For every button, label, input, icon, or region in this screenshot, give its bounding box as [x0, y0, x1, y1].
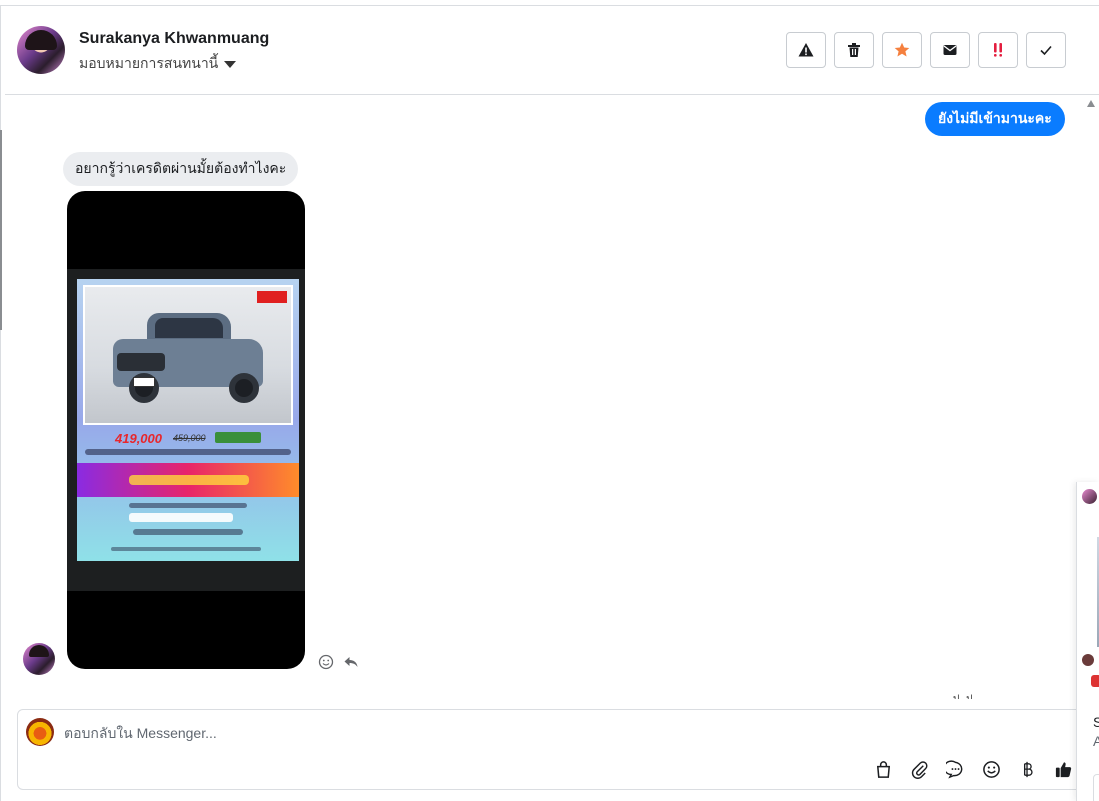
assign-conversation-dropdown[interactable]: มอบหมายการสนทนานี้ — [79, 53, 237, 75]
page-avatar — [26, 718, 54, 746]
thumbs-up-icon — [1055, 761, 1071, 777]
emoji-button[interactable] — [980, 758, 1002, 780]
saved-replies-button[interactable] — [944, 758, 966, 780]
incoming-message[interactable]: อยากรู้ว่าเครดิตผ่านมั้ยต้องทำไงคะ — [63, 152, 299, 186]
chat-bubble-icon — [945, 759, 962, 778]
clipped-text: ป ป — [953, 692, 974, 699]
thread-scrollbar[interactable] — [1083, 96, 1099, 496]
baht-icon — [1023, 761, 1033, 777]
paperclip-icon — [911, 760, 927, 779]
sender-avatar[interactable] — [23, 643, 55, 675]
emoji-icon — [982, 760, 1000, 778]
message-thread[interactable]: ยังไม่มีเข้ามานะคะ อยากรู้ว่าเครดิตผ่านม… — [5, 96, 1085, 699]
contact-name[interactable]: Surakanya Khwanmuang — [79, 30, 269, 48]
star-button[interactable] — [882, 32, 922, 68]
ad-price: 419,000 — [115, 431, 162, 446]
side-page-icon — [1091, 675, 1099, 687]
smiley-icon[interactable] — [318, 654, 334, 670]
side-text-1: S — [1093, 714, 1099, 730]
truck-photo — [83, 285, 293, 425]
outgoing-message[interactable]: ยังไม่มีเข้ามานะคะ — [925, 102, 1065, 136]
header-actions — [786, 32, 1066, 68]
envelope-icon — [943, 45, 957, 55]
ad-image-frame: 419,000 459,000 — [67, 269, 305, 591]
reply-icon[interactable] — [343, 654, 359, 670]
assign-label: มอบหมายการสนทนานี้ — [79, 55, 219, 71]
scroll-up-arrow-icon[interactable] — [1087, 100, 1095, 107]
mark-done-button[interactable] — [1026, 32, 1066, 68]
composer-tools — [872, 758, 1074, 780]
car-ad-image: 419,000 459,000 — [77, 279, 299, 561]
side-text-2: A — [1093, 733, 1099, 749]
exclamation-icon — [994, 43, 1002, 57]
star-icon — [894, 42, 910, 57]
side-avatar-small — [1082, 654, 1094, 666]
side-box — [1093, 774, 1099, 801]
follow-up-button[interactable] — [978, 32, 1018, 68]
warning-icon — [798, 43, 814, 57]
ad-model-label — [129, 513, 233, 522]
ad-badge — [215, 432, 261, 443]
promo-tag — [257, 291, 287, 303]
reply-composer — [17, 709, 1087, 790]
shopping-bag-icon — [876, 760, 890, 778]
contact-avatar[interactable] — [17, 26, 65, 74]
shopping-bag-button[interactable] — [872, 758, 894, 780]
check-icon — [1040, 45, 1052, 56]
reply-input[interactable] — [64, 720, 1044, 746]
attach-button[interactable] — [908, 758, 930, 780]
payment-button[interactable] — [1016, 758, 1038, 780]
ad-banner — [77, 463, 299, 497]
mark-unread-button[interactable] — [930, 32, 970, 68]
ad-old-price: 459,000 — [173, 433, 206, 443]
delete-button[interactable] — [834, 32, 874, 68]
left-divider — [0, 6, 1, 801]
side-avatar — [1082, 489, 1097, 504]
conversation-header: Surakanya Khwanmuang มอบหมายการสนทนานี้ — [5, 6, 1099, 95]
trash-icon — [848, 43, 860, 57]
incoming-image-attachment[interactable]: 419,000 459,000 — [67, 191, 305, 669]
like-button[interactable] — [1052, 758, 1074, 780]
side-panel-clipped[interactable]: S A — [1076, 482, 1099, 801]
caret-down-icon — [224, 60, 237, 68]
left-resize-handle[interactable] — [0, 130, 2, 330]
spam-button[interactable] — [786, 32, 826, 68]
inbox-conversation-view: Surakanya Khwanmuang มอบหมายการสนทนานี้ — [0, 0, 1099, 801]
